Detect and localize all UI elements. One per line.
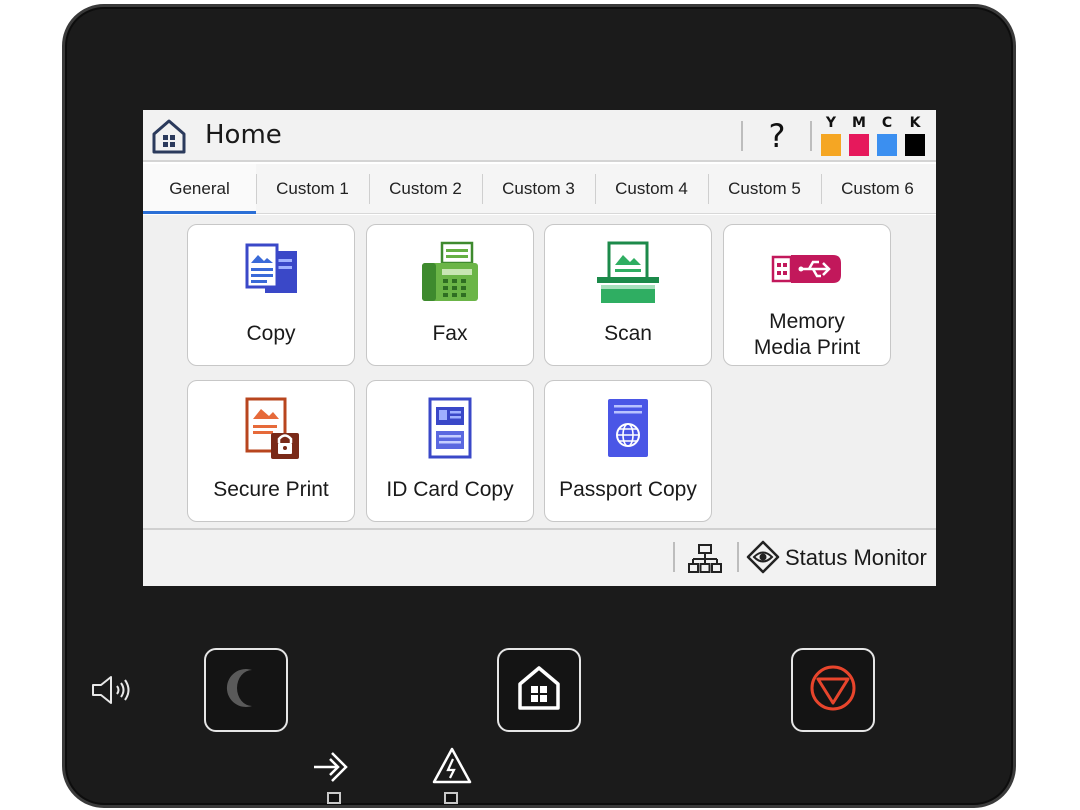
fax-tile[interactable]: Fax [366, 224, 534, 366]
header-divider [810, 121, 812, 151]
copy-label: Copy [246, 322, 296, 345]
tab-custom-2[interactable]: Custom 2 [369, 164, 482, 214]
help-button[interactable]: ? [757, 116, 797, 156]
data-arrow-icon [312, 745, 356, 789]
tab-custom-6[interactable]: Custom 6 [821, 164, 934, 214]
error-led [444, 792, 458, 804]
copy-tile[interactable]: Copy [187, 224, 355, 366]
data-led [327, 792, 341, 804]
touch-screen: Home ? Y M C K General Custom 1 Custom 2… [143, 110, 936, 586]
sleep-button[interactable] [204, 648, 288, 732]
ink-level-magenta[interactable]: M [849, 114, 869, 156]
status-monitor-button[interactable]: Status Monitor [785, 545, 927, 571]
scan-tile[interactable]: Scan [544, 224, 712, 366]
memory-media-print-label-line2: Media Print [753, 336, 861, 359]
page-title: Home [205, 120, 282, 150]
scan-label: Scan [604, 322, 652, 345]
memory-media-print-tile[interactable]: Memory Media Print [723, 224, 891, 366]
header-bar: Home ? Y M C K [143, 110, 936, 162]
home-button[interactable] [497, 648, 581, 732]
footer-divider [673, 542, 675, 572]
tab-custom-3[interactable]: Custom 3 [482, 164, 595, 214]
network-icon[interactable] [688, 542, 722, 576]
fax-icon [367, 237, 533, 309]
footer-bar: Status Monitor [143, 528, 936, 586]
tab-custom-1[interactable]: Custom 1 [256, 164, 369, 214]
copy-icon [188, 237, 354, 309]
footer-divider [737, 542, 739, 572]
secure-print-label: Secure Print [213, 478, 329, 501]
tab-custom-4[interactable]: Custom 4 [595, 164, 708, 214]
id-card-icon [367, 393, 533, 465]
passport-copy-tile[interactable]: Passport Copy [544, 380, 712, 522]
app-grid: Copy Fax Scan Memory Media Print Secure … [143, 215, 936, 528]
home-icon [516, 664, 562, 716]
ink-level-yellow[interactable]: Y [821, 114, 841, 156]
stop-icon [808, 663, 858, 717]
moon-icon [226, 666, 266, 714]
tab-bar: General Custom 1 Custom 2 Custom 3 Custo… [143, 164, 936, 214]
speaker-icon[interactable] [88, 672, 134, 708]
usb-memory-icon [724, 233, 890, 305]
fax-label: Fax [432, 322, 468, 345]
passport-copy-label: Passport Copy [559, 478, 697, 501]
home-icon[interactable] [151, 117, 187, 155]
secure-print-tile[interactable]: Secure Print [187, 380, 355, 522]
memory-media-print-label-line1: Memory [769, 310, 845, 333]
passport-icon [545, 393, 711, 465]
id-card-copy-label: ID Card Copy [386, 478, 514, 501]
tab-custom-5[interactable]: Custom 5 [708, 164, 821, 214]
eye-icon[interactable] [746, 540, 780, 574]
header-divider [741, 121, 743, 151]
secure-print-icon [188, 393, 354, 465]
ink-level-cyan[interactable]: C [877, 114, 897, 156]
tab-general[interactable]: General [143, 164, 256, 214]
scan-icon [545, 237, 711, 309]
stop-button[interactable] [791, 648, 875, 732]
ink-level-black[interactable]: K [905, 114, 925, 156]
warning-icon [430, 745, 474, 787]
id-card-copy-tile[interactable]: ID Card Copy [366, 380, 534, 522]
